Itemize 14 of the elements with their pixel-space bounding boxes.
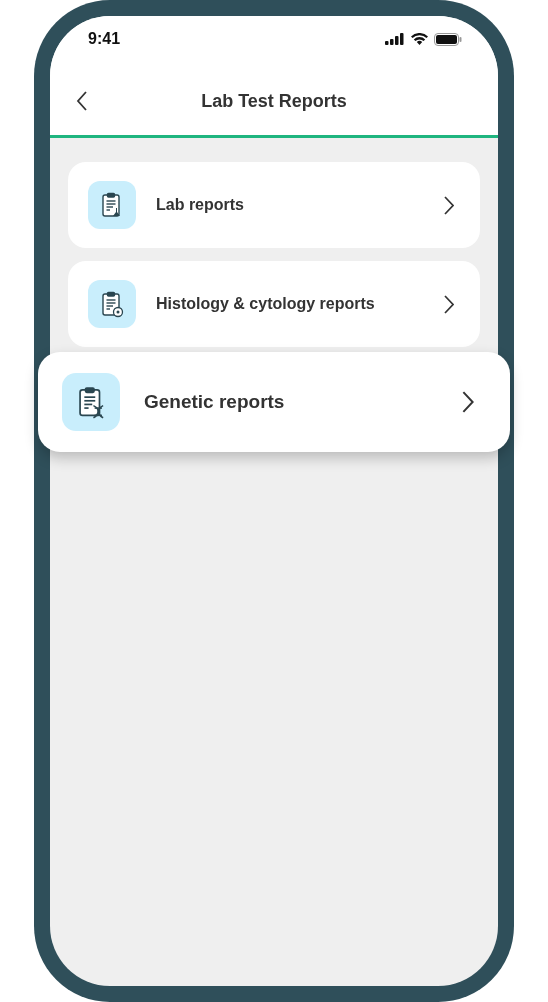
report-card[interactable]: Genetic reports <box>38 352 510 452</box>
wifi-icon <box>411 33 428 45</box>
report-card[interactable]: Lab reports <box>68 162 480 248</box>
page-title: Lab Test Reports <box>201 91 347 112</box>
battery-icon <box>434 32 462 46</box>
chevron-right-icon <box>462 391 474 413</box>
report-label: Lab reports <box>156 196 245 214</box>
status-time: 9:41 <box>88 30 121 48</box>
chevron-right-icon <box>444 294 454 314</box>
report-label: Histology & cytology reports <box>156 295 376 313</box>
report-label: Genetic reports <box>144 391 286 413</box>
chevron-right-icon <box>444 195 454 215</box>
signal-icon <box>385 33 405 45</box>
report-card[interactable]: Histology & cytology reports <box>68 261 480 347</box>
